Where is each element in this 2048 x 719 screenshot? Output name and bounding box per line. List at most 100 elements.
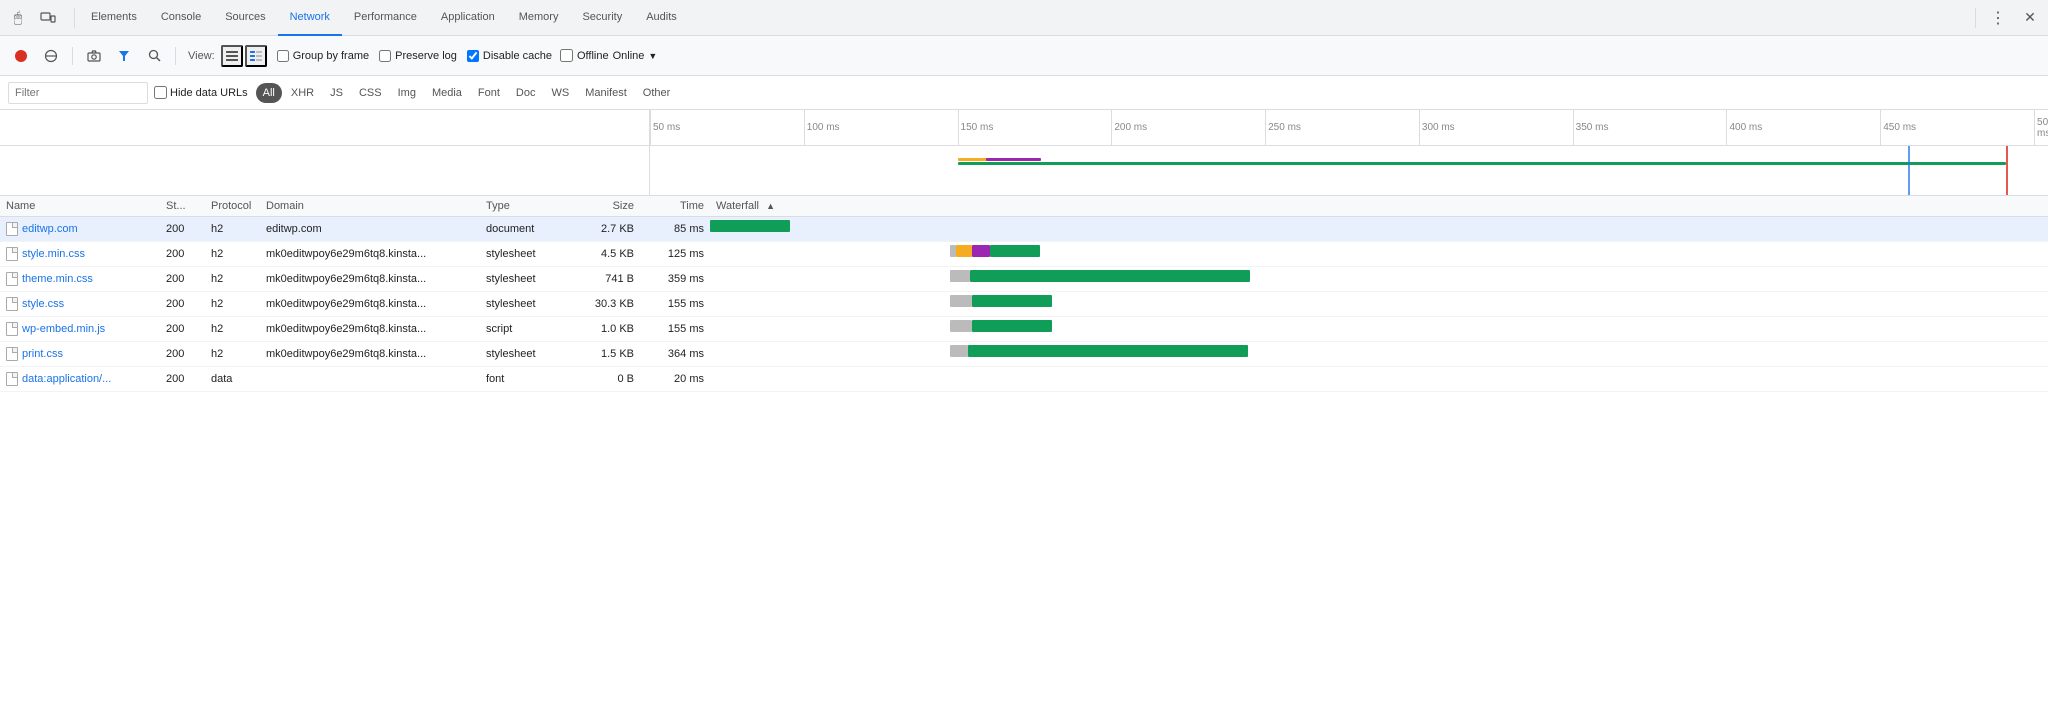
timeline-overview-bars	[650, 146, 2048, 195]
tab-sources[interactable]: Sources	[213, 0, 277, 36]
col-header-protocol[interactable]: Protocol	[205, 196, 260, 217]
file-icon	[6, 322, 18, 336]
preserve-log-group: Preserve log	[379, 50, 457, 62]
disable-cache-checkbox[interactable]	[467, 50, 479, 62]
filter-input[interactable]	[8, 82, 148, 104]
table-row[interactable]: data:application/...200datafont0 B20 ms	[0, 367, 2048, 392]
tick-250ms: 250 ms	[1265, 110, 1301, 145]
group-by-frame-label[interactable]: Group by frame	[293, 50, 369, 62]
inspect-icon[interactable]: 🖱	[4, 4, 32, 32]
row-domain: editwp.com	[260, 217, 480, 242]
filter-button[interactable]	[111, 43, 137, 69]
filter-doc-button[interactable]: Doc	[509, 83, 543, 103]
overview-bar-green	[958, 162, 2007, 165]
table-row[interactable]: theme.min.css200h2mk0editwpoy6e29m6tq8.k…	[0, 267, 2048, 292]
row-status: 200	[160, 292, 205, 317]
list-view-button[interactable]	[221, 45, 243, 67]
tab-memory[interactable]: Memory	[507, 0, 571, 36]
row-time: 155 ms	[640, 317, 710, 342]
filter-type-buttons: All XHR JS CSS Img Media Font Doc WS Man…	[256, 83, 678, 103]
table-row[interactable]: style.css200h2mk0editwpoy6e29m6tq8.kinst…	[0, 292, 2048, 317]
preserve-log-label[interactable]: Preserve log	[395, 50, 457, 62]
row-size: 0 B	[570, 367, 640, 392]
row-name: print.css	[22, 348, 63, 360]
col-header-domain[interactable]: Domain	[260, 196, 480, 217]
search-button[interactable]	[141, 43, 167, 69]
row-waterfall	[710, 217, 2048, 242]
tab-security[interactable]: Security	[570, 0, 634, 36]
row-status: 200	[160, 217, 205, 242]
row-size: 741 B	[570, 267, 640, 292]
timeline-ticks: 50 ms 100 ms 150 ms 200 ms 250 ms 300 ms…	[650, 110, 2048, 145]
timeline-spacer	[0, 110, 650, 145]
overview-blue-line	[1908, 146, 1910, 195]
offline-group: Offline	[560, 49, 609, 62]
filter-js-button[interactable]: JS	[323, 83, 350, 103]
filter-font-button[interactable]: Font	[471, 83, 507, 103]
waterfall-segment	[972, 245, 990, 257]
tab-network[interactable]: Network	[278, 0, 342, 36]
waterfall-view-button[interactable]	[245, 45, 267, 67]
file-icon	[6, 247, 18, 261]
col-header-time[interactable]: Time	[640, 196, 710, 217]
network-toolbar: View: Group by frame Preserve log Disabl…	[0, 36, 2048, 76]
row-time: 125 ms	[640, 242, 710, 267]
overview-bar-purple	[986, 158, 1042, 161]
row-type: stylesheet	[480, 342, 570, 367]
more-options-icon[interactable]: ⋮	[1984, 4, 2012, 32]
table-row[interactable]: style.min.css200h2mk0editwpoy6e29m6tq8.k…	[0, 242, 2048, 267]
disable-cache-group: Disable cache	[467, 50, 552, 62]
offline-label[interactable]: Offline	[577, 50, 609, 62]
offline-checkbox[interactable]	[560, 49, 573, 62]
table-row[interactable]: wp-embed.min.js200h2mk0editwpoy6e29m6tq8…	[0, 317, 2048, 342]
row-waterfall	[710, 242, 2048, 267]
network-table-wrapper[interactable]: Name St... Protocol Domain Type	[0, 196, 2048, 392]
filter-all-button[interactable]: All	[256, 83, 282, 103]
filter-ws-button[interactable]: WS	[544, 83, 576, 103]
throttle-dropdown[interactable]: Online ▼	[613, 50, 658, 62]
clear-button[interactable]	[38, 43, 64, 69]
close-icon[interactable]: ✕	[2016, 4, 2044, 32]
camera-button[interactable]	[81, 43, 107, 69]
row-type: document	[480, 217, 570, 242]
disable-cache-label[interactable]: Disable cache	[483, 50, 552, 62]
row-type: script	[480, 317, 570, 342]
row-waterfall	[710, 342, 2048, 367]
filter-img-button[interactable]: Img	[391, 83, 423, 103]
col-header-waterfall[interactable]: Waterfall ▲	[710, 196, 2048, 217]
row-time: 155 ms	[640, 292, 710, 317]
tab-application[interactable]: Application	[429, 0, 507, 36]
record-button[interactable]	[8, 43, 34, 69]
tab-audits[interactable]: Audits	[634, 0, 689, 36]
filter-media-button[interactable]: Media	[425, 83, 469, 103]
row-status: 200	[160, 342, 205, 367]
row-protocol: h2	[205, 317, 260, 342]
hide-data-urls-group[interactable]: Hide data URLs	[154, 86, 248, 99]
table-row[interactable]: print.css200h2mk0editwpoy6e29m6tq8.kinst…	[0, 342, 2048, 367]
tick-300ms: 300 ms	[1419, 110, 1455, 145]
row-waterfall	[710, 367, 2048, 392]
row-protocol: data	[205, 367, 260, 392]
table-row[interactable]: editwp.com200h2editwp.comdocument2.7 KB8…	[0, 217, 2048, 242]
device-icon[interactable]	[34, 4, 62, 32]
filter-css-button[interactable]: CSS	[352, 83, 389, 103]
tab-console[interactable]: Console	[149, 0, 213, 36]
preserve-log-checkbox[interactable]	[379, 50, 391, 62]
col-header-size[interactable]: Size	[570, 196, 640, 217]
filter-manifest-button[interactable]: Manifest	[578, 83, 634, 103]
row-domain: mk0editwpoy6e29m6tq8.kinsta...	[260, 242, 480, 267]
col-header-status[interactable]: St...	[160, 196, 205, 217]
filter-xhr-button[interactable]: XHR	[284, 83, 321, 103]
filter-other-button[interactable]: Other	[636, 83, 678, 103]
timeline-overview-spacer	[0, 146, 650, 195]
row-time: 20 ms	[640, 367, 710, 392]
row-time: 359 ms	[640, 267, 710, 292]
col-header-type[interactable]: Type	[480, 196, 570, 217]
hide-data-urls-checkbox[interactable]	[154, 86, 167, 99]
group-by-frame-checkbox[interactable]	[277, 50, 289, 62]
tick-200ms: 200 ms	[1111, 110, 1147, 145]
waterfall-segment	[956, 245, 972, 257]
col-header-name[interactable]: Name	[0, 196, 160, 217]
tab-performance[interactable]: Performance	[342, 0, 429, 36]
tab-elements[interactable]: Elements	[79, 0, 149, 36]
